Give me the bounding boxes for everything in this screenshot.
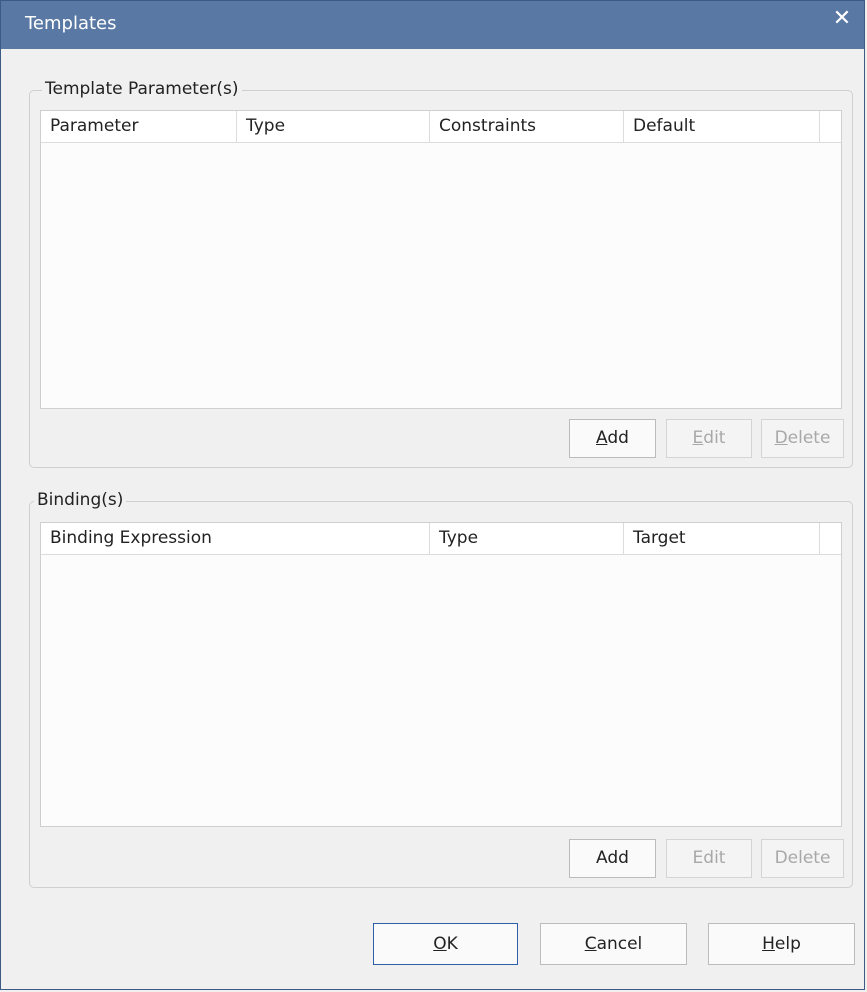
column-header-type[interactable]: Type <box>237 111 430 142</box>
column-header-filler <box>820 523 841 554</box>
add-binding-button[interactable]: Add <box>569 839 656 878</box>
delete-mnemonic: D <box>774 428 788 448</box>
edit-binding-button[interactable]: Edit <box>666 839 752 878</box>
cancel-button[interactable]: Cancel <box>540 923 687 965</box>
column-header-binding-expression[interactable]: Binding Expression <box>41 523 430 554</box>
bindings-legend: Binding(s) <box>34 490 127 510</box>
ok-button[interactable]: OK <box>373 923 518 965</box>
help-label: elp <box>774 934 801 954</box>
column-header-constraints[interactable]: Constraints <box>430 111 624 142</box>
delete-parameter-button[interactable]: Delete <box>761 419 844 458</box>
templates-dialog: Templates ✕ Template Parameter(s) Parame… <box>0 0 865 990</box>
title-bar: Templates ✕ <box>1 1 864 49</box>
add-parameter-button[interactable]: Add <box>569 419 656 458</box>
help-mnemonic: H <box>762 934 775 954</box>
help-button[interactable]: Help <box>708 923 855 965</box>
dialog-title: Templates <box>25 13 117 34</box>
cancel-label: ancel <box>596 934 643 954</box>
delete-label: elete <box>787 428 831 448</box>
template-parameters-list[interactable]: Parameter Type Constraints Default <box>40 110 842 409</box>
edit-mnemonic: E <box>692 428 704 448</box>
edit-label: dit <box>703 428 726 448</box>
ok-label: K <box>446 934 458 954</box>
column-header-target[interactable]: Target <box>624 523 820 554</box>
bindings-list[interactable]: Binding Expression Type Target <box>40 522 842 827</box>
cancel-mnemonic: C <box>584 934 597 954</box>
column-header-filler <box>820 111 841 142</box>
edit-parameter-button[interactable]: Edit <box>666 419 752 458</box>
bindings-group: Binding(s) Binding Expression Type Targe… <box>29 490 853 888</box>
add-mnemonic: A <box>596 428 608 448</box>
list-header: Parameter Type Constraints Default <box>41 111 841 143</box>
close-icon[interactable]: ✕ <box>828 5 856 33</box>
add-label: dd <box>607 428 629 448</box>
template-parameters-group: Template Parameter(s) Parameter Type Con… <box>29 79 853 468</box>
template-parameters-legend: Template Parameter(s) <box>42 79 242 99</box>
column-header-default[interactable]: Default <box>624 111 820 142</box>
column-header-type[interactable]: Type <box>430 523 624 554</box>
column-header-parameter[interactable]: Parameter <box>41 111 237 142</box>
ok-mnemonic: O <box>433 934 447 954</box>
list-header: Binding Expression Type Target <box>41 523 841 555</box>
delete-binding-button[interactable]: Delete <box>761 839 844 878</box>
